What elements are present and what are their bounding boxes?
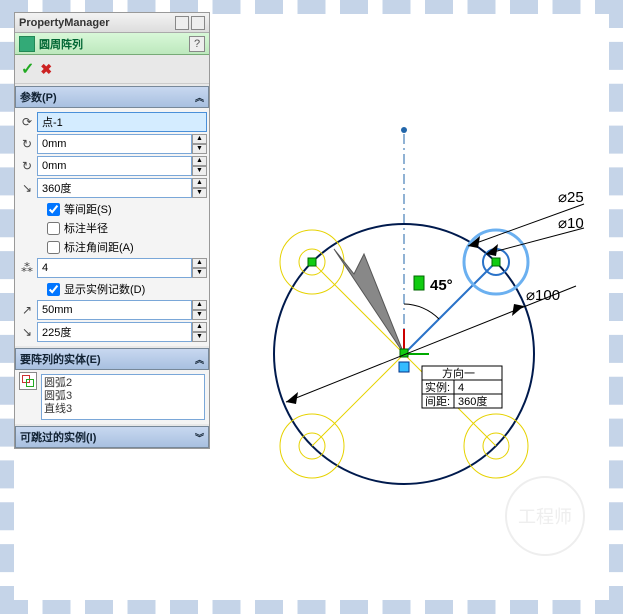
svg-text:方向一: 方向一 <box>442 366 475 380</box>
chk-equal[interactable]: 等间距(S) <box>47 201 207 217</box>
chk-dim-a[interactable]: 标注角间距(A) <box>47 239 207 255</box>
circular-pattern-icon <box>19 36 35 52</box>
spacing-x-spinner[interactable]: ▲▼ <box>192 134 207 154</box>
section-entities-body: 圆弧2 圆弧3 直线3 <box>15 370 209 424</box>
chk-dim-r[interactable]: 标注半径 <box>47 220 207 236</box>
row-radius: ↗ ▲▼ <box>17 300 207 320</box>
list-item[interactable]: 圆弧2 <box>44 377 202 390</box>
chk-show-count[interactable]: 显示实例记数(D) <box>47 281 207 297</box>
chk-dim-a-box[interactable] <box>47 241 60 254</box>
radius-icon: ↗ <box>17 300 37 320</box>
chk-show-count-box[interactable] <box>47 283 60 296</box>
spacing-x-icon: ↻ <box>17 134 37 154</box>
pm-title: PropertyManager <box>19 17 173 29</box>
list-item[interactable]: 圆弧3 <box>44 390 202 403</box>
command-header: 圆周阵列 ? <box>15 33 209 55</box>
angle-input[interactable] <box>37 178 192 198</box>
section-skip-header[interactable]: 可跳过的实例(I) ︾ <box>15 426 209 448</box>
start-angle-icon: ↘ <box>17 322 37 342</box>
origin-marker[interactable] <box>399 362 409 372</box>
count-spinner[interactable]: ▲▼ <box>192 258 207 278</box>
radius-input[interactable] <box>37 300 192 320</box>
help-icon[interactable]: ? <box>189 36 205 52</box>
section-entities-header[interactable]: 要阵列的实体(E) ︽ <box>15 348 209 370</box>
command-title: 圆周阵列 <box>39 36 189 52</box>
d25-label[interactable]: ⌀25 <box>558 189 584 206</box>
section-entities-title: 要阵列的实体(E) <box>20 351 101 367</box>
dim-lock-icon <box>414 276 424 290</box>
chevron-up-icon: ︽ <box>195 91 204 104</box>
entities-list[interactable]: 圆弧2 圆弧3 直线3 <box>41 374 205 420</box>
angle-icon: ↘ <box>17 178 37 198</box>
section-params-header[interactable]: 参数(P) ︽ <box>15 86 209 108</box>
pin-icon[interactable] <box>175 16 189 30</box>
row-count: ⁂ ▲▼ <box>17 258 207 278</box>
chevron-down-icon: ︾ <box>195 431 204 444</box>
spacing-y-spinner[interactable]: ▲▼ <box>192 156 207 176</box>
row-angle: ↘ ▲▼ <box>17 178 207 198</box>
row-spacing-y: ↻ ▲▼ <box>17 156 207 176</box>
ok-button[interactable]: ✓ <box>21 59 34 79</box>
row-spacing-x: ↻ ▲▼ <box>17 134 207 154</box>
confirm-bar: ✓ ✖ <box>15 55 209 84</box>
pm-header: PropertyManager <box>15 13 209 33</box>
angle-label[interactable]: 45° <box>430 277 453 294</box>
svg-text:间距:: 间距: <box>425 395 450 408</box>
d10-label[interactable]: ⌀10 <box>558 215 584 232</box>
spacing-y-input[interactable] <box>37 156 192 176</box>
cancel-button[interactable]: ✖ <box>40 61 52 78</box>
menu-icon[interactable] <box>191 16 205 30</box>
center-icon: ⟳ <box>17 112 37 132</box>
chk-dim-r-box[interactable] <box>47 222 60 235</box>
pattern-callout[interactable]: 方向一 实例: 4 间距: 360度 <box>422 366 502 408</box>
start-angle-spinner[interactable]: ▲▼ <box>192 322 207 342</box>
d100-label[interactable]: ⌀100 <box>526 287 560 304</box>
relation-icon <box>308 258 316 266</box>
row-center: ⟳ <box>17 112 207 132</box>
chevron-up-icon: ︽ <box>195 353 204 366</box>
spacing-y-icon: ↻ <box>17 156 37 176</box>
section-params-title: 参数(P) <box>20 89 57 105</box>
angle-arc <box>404 304 439 319</box>
list-item[interactable]: 直线3 <box>44 403 202 416</box>
count-input[interactable] <box>37 258 192 278</box>
section-skip-title: 可跳过的实例(I) <box>20 429 96 445</box>
axis-endpoint <box>401 127 407 133</box>
angle-spinner[interactable]: ▲▼ <box>192 178 207 198</box>
section-params-body: ⟳ ↻ ▲▼ ↻ ▲▼ ↘ ▲▼ 等间距(S) 标注半径 标注角间距(A) ⁂ … <box>15 108 209 346</box>
count-icon: ⁂ <box>17 258 37 278</box>
watermark: 工程师 <box>505 476 585 556</box>
source-instance[interactable] <box>404 230 528 354</box>
chk-equal-box[interactable] <box>47 203 60 216</box>
svg-text:360度: 360度 <box>458 394 487 408</box>
row-start-angle: ↘ ▲▼ <box>17 322 207 342</box>
property-panel: PropertyManager 圆周阵列 ? ✓ ✖ 参数(P) ︽ ⟳ ↻ ▲… <box>14 12 210 449</box>
svg-text:4: 4 <box>458 382 464 394</box>
cursor-arrow <box>334 249 404 354</box>
viewport[interactable]: 45° ⌀100 ⌀25 ⌀10 方向一 实例: 4 间距: 360度 工程师 <box>214 14 609 600</box>
start-angle-input[interactable] <box>37 322 192 342</box>
entity-icon <box>19 372 37 390</box>
spacing-x-input[interactable] <box>37 134 192 154</box>
svg-text:实例:: 实例: <box>425 380 450 394</box>
center-input[interactable] <box>37 112 207 132</box>
radius-spinner[interactable]: ▲▼ <box>192 300 207 320</box>
